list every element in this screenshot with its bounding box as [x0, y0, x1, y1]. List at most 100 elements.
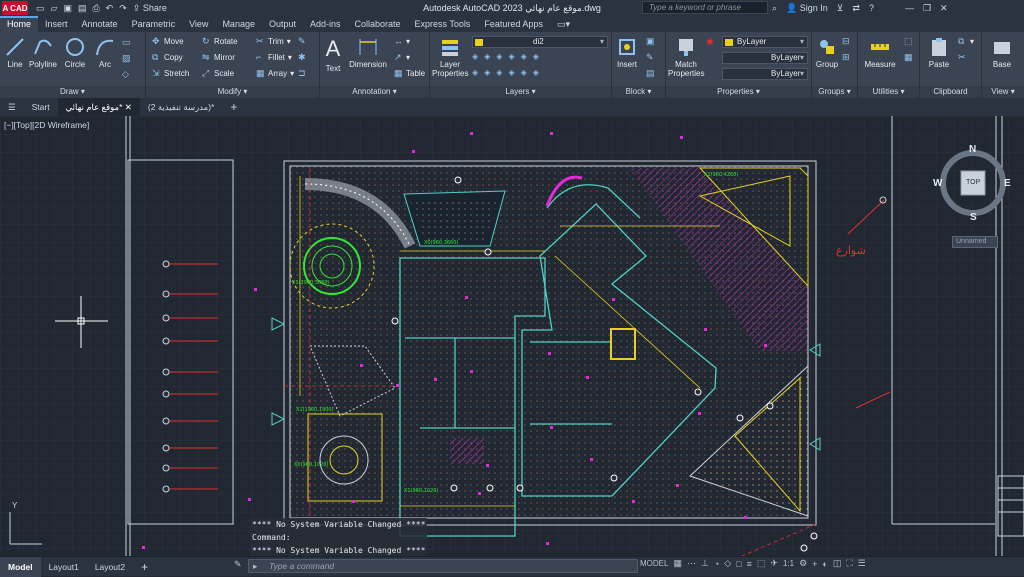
mirror-button[interactable]: ⇋ Mirror: [202, 53, 235, 63]
layers-panel-title[interactable]: Layers ▾: [430, 86, 611, 98]
utilities-panel-title[interactable]: Utilities ▾: [858, 86, 919, 98]
polar-toggle-icon[interactable]: ◔: [714, 559, 719, 569]
array-button[interactable]: ▦ Array ▾: [256, 69, 294, 79]
undo-icon[interactable]: ↶: [106, 3, 114, 14]
offset-icon[interactable]: ⊐: [298, 69, 307, 78]
layer-tools-row-2[interactable]: ◈◈◈◈◈◈: [472, 68, 545, 77]
block-attrib-icon[interactable]: ▤: [646, 69, 655, 78]
osnap-toggle-icon[interactable]: □: [736, 559, 741, 569]
annotation-panel-title[interactable]: Annotation ▾: [320, 86, 429, 98]
linetype-dropdown[interactable]: ByLayer: [722, 52, 808, 64]
hatch-icon[interactable]: ▨: [122, 54, 131, 63]
ribbon-options-icon[interactable]: ▭▾: [550, 16, 577, 32]
doc-tab-school[interactable]: (مدرسة تنفيذية 2)*: [140, 98, 222, 116]
insert-button[interactable]: Insert: [614, 36, 640, 69]
explode-icon[interactable]: ✱: [298, 53, 307, 62]
stretch-button[interactable]: ⇲ Stretch: [152, 69, 189, 79]
tab-add-ins[interactable]: Add-ins: [303, 16, 348, 32]
grid-toggle-icon[interactable]: ▦: [673, 558, 682, 569]
calculator-icon[interactable]: ▦: [904, 53, 913, 62]
circle-button[interactable]: Circle: [62, 36, 88, 69]
viewcube-south-label[interactable]: S: [970, 212, 977, 223]
edit-block-icon[interactable]: ✎: [646, 53, 655, 62]
new-tab-icon[interactable]: +: [222, 98, 245, 116]
doc-tab-site-plan[interactable]: موقع عام نهائي* ✕: [57, 98, 140, 116]
leader-icon[interactable]: ↗ ▾: [394, 53, 410, 63]
ungroup-icon[interactable]: ⊟: [842, 37, 851, 46]
autocad-logo[interactable]: A CAD: [2, 1, 28, 15]
tab-layout1[interactable]: Layout1: [41, 557, 87, 577]
clipboard-panel-title[interactable]: Clipboard: [920, 86, 981, 98]
sign-in-button[interactable]: 👤 Sign In: [786, 3, 828, 14]
scale-button[interactable]: ⤢ Scale: [202, 69, 234, 79]
viewcube-west-label[interactable]: W: [933, 178, 942, 189]
tab-featured-apps[interactable]: Featured Apps: [477, 16, 550, 32]
modify-panel-title[interactable]: Modify ▾: [146, 86, 319, 98]
command-input[interactable]: ▸ Type a command: [248, 559, 638, 573]
viewcube-top-label[interactable]: TOP: [966, 179, 980, 186]
new-icon[interactable]: ▭: [36, 3, 45, 14]
tab-manage[interactable]: Manage: [215, 16, 262, 32]
tab-insert[interactable]: Insert: [38, 16, 75, 32]
tab-collaborate[interactable]: Collaborate: [348, 16, 408, 32]
plus-icon[interactable]: +: [812, 559, 817, 569]
customize-status-icon[interactable]: ☰: [858, 558, 866, 569]
measure-button[interactable]: Measure: [862, 36, 898, 69]
help-icon[interactable]: ?: [869, 3, 874, 13]
view-panel-title[interactable]: View ▾: [982, 86, 1024, 98]
rectangle-icon[interactable]: ▭: [122, 38, 131, 47]
drawing-canvas[interactable]: شوارع X0(960,3660) X1(1960,3660) X1(960,…: [0, 116, 1024, 557]
viewcube-east-label[interactable]: E: [1004, 178, 1011, 189]
save-icon[interactable]: ▣: [63, 3, 72, 14]
boundary-icon[interactable]: ◇: [122, 70, 131, 79]
color-wheel-icon[interactable]: ◉: [706, 37, 715, 46]
base-view-button[interactable]: Base: [988, 36, 1016, 69]
layer-dropdown[interactable]: di2: [472, 36, 608, 48]
tab-parametric[interactable]: Parametric: [125, 16, 183, 32]
erase-icon[interactable]: ✎: [298, 37, 307, 46]
annotation-scale-button[interactable]: 1:1: [783, 559, 794, 568]
selection-cycling-icon[interactable]: ⬚: [757, 558, 766, 569]
group-edit-icon[interactable]: ⊞: [842, 53, 851, 62]
tab-express-tools[interactable]: Express Tools: [408, 16, 478, 32]
close-tab-icon[interactable]: ✕: [125, 102, 132, 112]
viewcube[interactable]: TOP N S E W: [930, 142, 1016, 228]
trim-button[interactable]: ✂ Trim ▾: [256, 37, 291, 47]
properties-panel-title[interactable]: Properties ▾: [666, 86, 811, 98]
search-icon[interactable]: ⌕: [772, 3, 777, 14]
tab-home[interactable]: Home: [0, 16, 39, 32]
tab-annotate[interactable]: Annotate: [75, 16, 125, 32]
block-panel-title[interactable]: Block ▾: [612, 86, 665, 98]
match-properties-button[interactable]: Match Properties: [668, 36, 704, 78]
move-button[interactable]: ✥ Move: [152, 37, 184, 47]
plot-icon[interactable]: ⎙: [92, 3, 99, 14]
isodraft-icon[interactable]: ◇: [724, 558, 731, 569]
model-space-button[interactable]: MODEL: [640, 559, 668, 568]
graphics-performance-icon[interactable]: ◫: [833, 558, 842, 569]
share-button[interactable]: ⇪ Share: [133, 3, 167, 14]
table-button[interactable]: ▦ Table: [394, 69, 425, 79]
restore-icon[interactable]: ❐: [923, 3, 931, 14]
fullscreen-icon[interactable]: ⛶: [846, 558, 852, 569]
doc-tab-start[interactable]: Start: [24, 98, 58, 116]
open-icon[interactable]: ▱: [51, 3, 58, 14]
tab-layout2[interactable]: Layout2: [87, 557, 133, 577]
fillet-button[interactable]: ⌐ Fillet ▾: [256, 53, 292, 63]
exchange-icon[interactable]: ⇄: [852, 3, 860, 14]
add-layout-icon[interactable]: +: [133, 557, 156, 577]
text-button[interactable]: A Text: [322, 34, 344, 73]
close-icon[interactable]: ✕: [940, 3, 948, 14]
arc-button[interactable]: Arc: [94, 36, 116, 69]
cart-icon[interactable]: ⊻: [837, 3, 844, 14]
layer-tools-row-1[interactable]: ◈◈◈◈◈◈: [472, 52, 545, 61]
dimension-button[interactable]: Dimension: [346, 36, 390, 69]
customize-command-icon[interactable]: ✎: [234, 559, 242, 570]
group-button[interactable]: Group: [814, 36, 840, 69]
layer-properties-button[interactable]: Layer Properties: [432, 36, 468, 78]
settings-gear-icon[interactable]: ⚙: [799, 558, 807, 569]
polyline-button[interactable]: Polyline: [28, 36, 58, 69]
tab-model[interactable]: Model: [0, 556, 41, 577]
doc-tab-menu-icon[interactable]: ☰: [0, 98, 24, 116]
groups-panel-title[interactable]: Groups ▾: [812, 86, 857, 98]
ucs-dropdown[interactable]: Unnamed: [952, 236, 998, 248]
